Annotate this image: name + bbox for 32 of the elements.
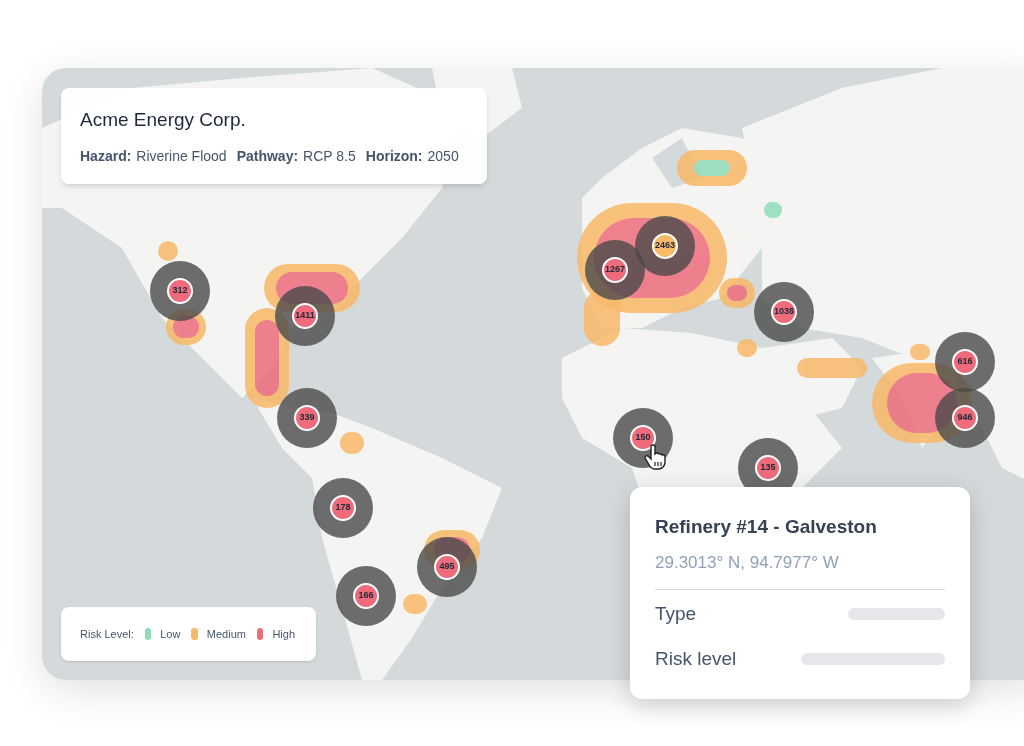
- company-name: Acme Energy Corp.: [80, 108, 247, 132]
- legend-title: Risk Level:: [80, 626, 134, 642]
- field-label: Type: [655, 602, 697, 626]
- field-label: Pathway:: [236, 147, 299, 166]
- field-label: Hazard:: [80, 147, 132, 166]
- field-value: Riverine Flood: [136, 147, 227, 166]
- cluster-count: 339: [294, 405, 320, 431]
- cluster-count: 1038: [771, 299, 797, 325]
- cluster-count: 312: [167, 278, 193, 304]
- field-label: Risk level: [655, 646, 737, 671]
- cluster-count: 616: [952, 349, 978, 375]
- coordinates-text: 29.3013° N, 94.7977° W: [655, 552, 840, 574]
- legend-label: High: [272, 626, 295, 642]
- pointer-icon: [644, 444, 666, 470]
- cluster-count: 1411: [292, 303, 318, 329]
- cluster-count: 2463: [652, 233, 678, 259]
- popup-title: Refinery #14 - Galveston: [655, 515, 878, 539]
- cluster-count: 178: [330, 495, 356, 521]
- cluster-count: 495: [434, 554, 460, 580]
- field-value: RCP 8.5: [303, 147, 356, 166]
- legend-label: Medium: [206, 626, 246, 642]
- field-value: 2050: [427, 147, 459, 166]
- cluster-count: 1267: [602, 257, 628, 283]
- cluster-count: 150: [630, 425, 656, 451]
- cluster-count: 166: [353, 583, 379, 609]
- cluster-count: 946: [952, 405, 978, 431]
- heat-blob: [677, 150, 747, 186]
- field-label: Horizon:: [365, 147, 423, 166]
- heat-blob: [797, 358, 867, 378]
- heat-blob: [910, 344, 930, 360]
- legend-label: Low: [160, 626, 181, 642]
- cluster-count: 135: [755, 455, 781, 481]
